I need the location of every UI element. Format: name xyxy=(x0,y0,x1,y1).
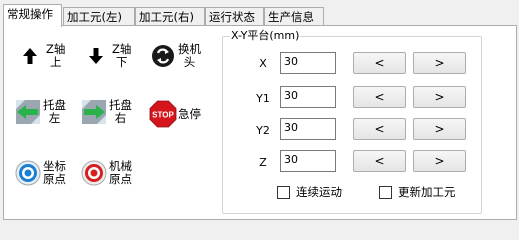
z-down-label: Z轴 下 xyxy=(112,43,131,69)
tab-production-info[interactable]: 生产信息 xyxy=(264,7,324,26)
target-red-icon xyxy=(80,159,108,187)
target-blue-icon xyxy=(14,159,42,187)
z-up-label: Z轴 上 xyxy=(46,43,65,69)
z-increase-button[interactable]: > xyxy=(413,150,466,172)
coordinate-origin-button[interactable]: 坐标 原点 xyxy=(14,159,66,187)
coordinate-origin-label: 坐标 原点 xyxy=(43,160,66,186)
emergency-stop-button[interactable]: STOP 急停 xyxy=(149,100,201,128)
tray-left-label-line2: 左 xyxy=(48,111,61,125)
tray-right-button[interactable]: 托盘 右 xyxy=(80,98,132,126)
tab-general-operation[interactable]: 常规操作 xyxy=(3,4,62,27)
tab-processing-unit-left[interactable]: 加工元(左) xyxy=(63,7,135,26)
z-label: Z xyxy=(259,156,267,169)
z-down-label-line2: 下 xyxy=(115,55,128,69)
machine-origin-label: 机械 原点 xyxy=(109,160,132,186)
z-up-button[interactable]: Z轴 上 xyxy=(16,42,65,70)
tab-run-status[interactable]: 运行状态 xyxy=(205,7,264,26)
y1-increase-button[interactable]: > xyxy=(413,86,466,108)
machine-origin-button[interactable]: 机械 原点 xyxy=(80,159,132,187)
update-processing-unit-label: 更新加工元 xyxy=(398,185,456,199)
tray-right-label: 托盘 右 xyxy=(109,99,132,125)
y1-decrease-button[interactable]: < xyxy=(353,86,406,108)
arrow-up-icon xyxy=(16,42,44,70)
machine-origin-label-line2: 原点 xyxy=(109,172,132,186)
coordinate-origin-label-line2: 原点 xyxy=(43,172,66,186)
arrow-down-icon xyxy=(82,42,110,70)
tray-left-label: 托盘 左 xyxy=(43,99,66,125)
z-up-label-line2: 上 xyxy=(49,55,62,69)
x-input[interactable]: 30 xyxy=(280,52,336,74)
y2-decrease-button[interactable]: < xyxy=(353,118,406,140)
y1-input[interactable]: 30 xyxy=(280,86,336,108)
x-label: X xyxy=(259,57,267,70)
continuous-motion-label: 连续运动 xyxy=(296,185,342,199)
x-increase-button[interactable]: > xyxy=(413,52,466,74)
tray-left-button[interactable]: 托盘 左 xyxy=(14,98,66,126)
tab-strip: 常规操作 加工元(左) 加工元(右) 运行状态 生产信息 xyxy=(3,4,519,27)
y2-input[interactable]: 30 xyxy=(280,118,336,140)
tray-left-icon xyxy=(14,98,42,126)
y1-label: Y1 xyxy=(256,92,270,105)
update-processing-unit-box[interactable] xyxy=(379,185,392,199)
z-decrease-button[interactable]: < xyxy=(353,150,406,172)
y2-label: Y2 xyxy=(256,124,270,137)
change-head-label-line2: 头 xyxy=(183,55,196,69)
z-down-button[interactable]: Z轴 下 xyxy=(82,42,131,70)
tray-right-icon xyxy=(80,98,108,126)
update-processing-unit-checkbox[interactable]: 更新加工元 xyxy=(379,184,456,200)
change-head-label: 换机 头 xyxy=(178,43,201,69)
tray-right-label-line2: 右 xyxy=(114,111,127,125)
stop-sign-icon: STOP xyxy=(149,100,177,128)
stop-sign-text: STOP xyxy=(152,111,174,120)
y2-increase-button[interactable]: > xyxy=(413,118,466,140)
emergency-stop-label: 急停 xyxy=(178,106,201,121)
continuous-motion-box[interactable] xyxy=(277,185,290,199)
change-head-button[interactable]: 换机 头 xyxy=(149,42,201,70)
x-decrease-button[interactable]: < xyxy=(353,52,406,74)
xy-platform-title: X-Y平台(mm) xyxy=(230,29,301,42)
swap-icon xyxy=(149,42,177,70)
tab-panel: Z轴 上 Z轴 下 换机 头 托盘 左 托盘 右 STOP 急停 坐标 原点 机… xyxy=(3,25,517,220)
tab-processing-unit-right[interactable]: 加工元(右) xyxy=(135,7,205,26)
z-input[interactable]: 30 xyxy=(280,150,336,172)
continuous-motion-checkbox[interactable]: 连续运动 xyxy=(277,184,342,200)
